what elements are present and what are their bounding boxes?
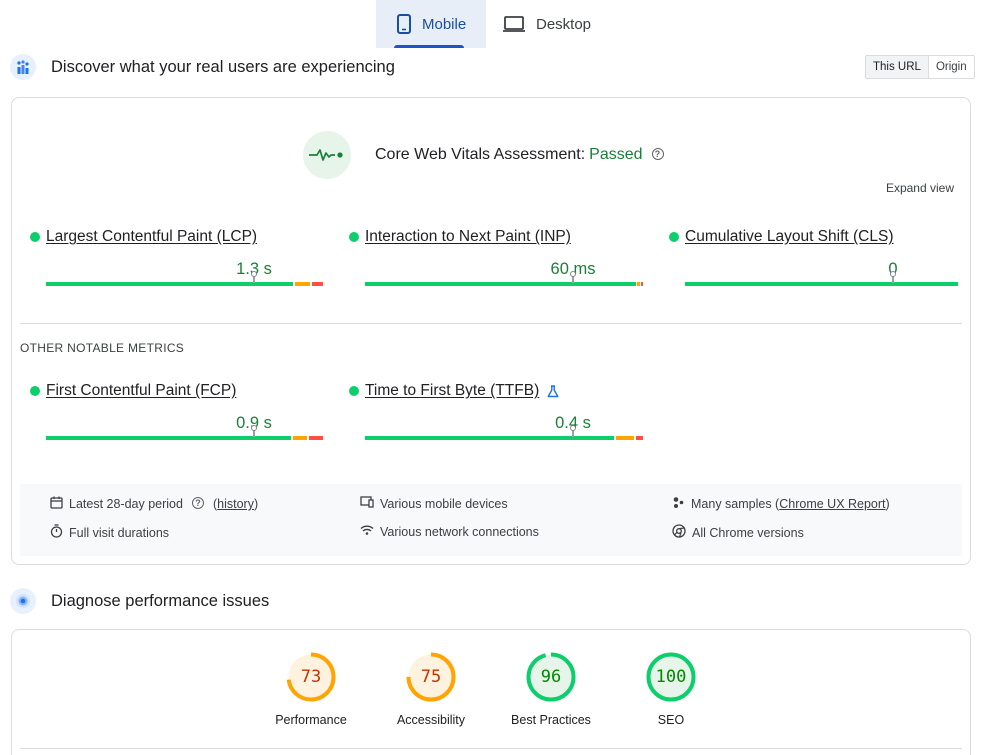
lighthouse-icon [10, 588, 36, 614]
score-label: Accessibility [396, 713, 466, 727]
origin-button[interactable]: Origin [929, 56, 974, 78]
assessment-label: Core Web Vitals Assessment: [375, 146, 586, 163]
tab-mobile[interactable]: Mobile [376, 0, 486, 48]
score-gauge: 100 [646, 652, 696, 702]
assessment-status: Passed [589, 146, 643, 163]
divider [20, 748, 962, 749]
percentile-marker [890, 271, 896, 283]
score-gauge: 75 [406, 652, 456, 702]
metric-inp: Interaction to Next Paint (INP) 60 ms [349, 228, 649, 286]
percentile-marker [570, 271, 576, 283]
devices-label: Various mobile devices [380, 496, 508, 511]
wifi-icon [360, 524, 380, 539]
beaker-icon[interactable] [547, 384, 559, 398]
info-samples: Many samples (Chrome UX Report) [672, 496, 890, 512]
score-value: 100 [655, 667, 687, 687]
percentile-marker [570, 425, 576, 437]
metric-label[interactable]: First Contentful Paint (FCP) [46, 382, 236, 400]
score-gauge: 96 [526, 652, 576, 702]
other-metrics-title: OTHER NOTABLE METRICS [20, 341, 185, 355]
help-icon[interactable]: ? [191, 497, 204, 509]
info-period: Latest 28-day period ? (history) [50, 496, 258, 512]
help-icon[interactable]: ? [651, 147, 664, 160]
score-best-practices[interactable]: 96 Best Practices [501, 652, 601, 727]
score-label: Performance [275, 713, 347, 727]
chrome-ux-report-link[interactable]: Chrome UX Report [779, 497, 885, 511]
users-chart-icon [10, 54, 36, 80]
metric-label[interactable]: Largest Contentful Paint (LCP) [46, 228, 257, 246]
stopwatch-icon [50, 524, 69, 541]
durations-label: Full visit durations [69, 525, 170, 540]
status-dot [669, 232, 679, 242]
metric-label[interactable]: Time to First Byte (TTFB) [365, 382, 539, 400]
score-gauge: 73 [286, 652, 336, 702]
divider [20, 323, 962, 324]
status-dot [30, 232, 40, 242]
metric-lcp: Largest Contentful Paint (LCP) 1.3 s [30, 228, 330, 286]
distribution-bar [365, 271, 643, 286]
score-performance[interactable]: 73 Performance [261, 652, 361, 727]
info-durations: Full visit durations [50, 524, 169, 541]
field-data-title: Discover what your real users are experi… [51, 57, 395, 76]
history-link[interactable]: history [217, 497, 254, 511]
status-dot [349, 386, 359, 396]
info-versions: All Chrome versions [672, 524, 804, 541]
versions-label: All Chrome versions [692, 525, 804, 540]
metric-label[interactable]: Interaction to Next Paint (INP) [365, 228, 571, 246]
data-info-panel: Latest 28-day period ? (history) Various… [20, 484, 962, 556]
url-origin-toggle: This URL Origin [865, 55, 975, 79]
distribution-bar [365, 425, 643, 440]
diagnose-header: Diagnose performance issues [10, 588, 269, 614]
score-value: 75 [420, 667, 442, 687]
cwv-assessment: Core Web Vitals Assessment: Passed? [303, 131, 664, 179]
device-tabs: Mobile Desktop [376, 0, 591, 48]
score-label: SEO [657, 713, 685, 727]
metric-cls: Cumulative Layout Shift (CLS) 0 [669, 228, 969, 286]
metric-fcp: First Contentful Paint (FCP) 0.9 s [30, 382, 330, 440]
calendar-icon [50, 496, 69, 512]
diagnose-title: Diagnose performance issues [51, 591, 270, 610]
score-value: 73 [300, 667, 322, 687]
diagnose-card: 73 Performance 75 Accessibility 96 Best … [11, 629, 971, 755]
paren: ) [885, 497, 890, 511]
distribution-bar [685, 271, 958, 286]
tab-desktop-label: Desktop [536, 15, 592, 33]
period-label: Latest 28-day period [69, 497, 183, 511]
people-icon [672, 496, 691, 512]
pulse-icon [303, 131, 351, 179]
score-accessibility[interactable]: 75 Accessibility [381, 652, 481, 727]
info-devices: Various mobile devices [360, 496, 508, 511]
metric-label[interactable]: Cumulative Layout Shift (CLS) [685, 228, 893, 246]
status-dot [349, 232, 359, 242]
chrome-icon [672, 524, 692, 541]
paren: ) [253, 497, 259, 511]
info-network: Various network connections [360, 524, 539, 539]
samples-label: Many samples ( [691, 497, 780, 511]
tab-mobile-label: Mobile [422, 15, 467, 33]
expand-view-link[interactable]: Expand view [886, 181, 954, 195]
network-label: Various network connections [380, 524, 539, 539]
tab-desktop[interactable]: Desktop [486, 0, 591, 48]
devices-icon [360, 496, 380, 511]
field-data-header: Discover what your real users are experi… [10, 54, 395, 80]
distribution-bar [46, 271, 323, 286]
distribution-bar [46, 425, 323, 440]
score-seo[interactable]: 100 SEO [621, 652, 721, 727]
this-url-button[interactable]: This URL [866, 56, 929, 78]
score-label: Best Practices [511, 713, 591, 727]
percentile-marker [251, 425, 257, 437]
score-value: 96 [540, 667, 562, 687]
phone-icon [396, 14, 412, 34]
core-web-vitals-card: Core Web Vitals Assessment: Passed? Expan… [11, 97, 971, 565]
status-dot [30, 386, 40, 396]
percentile-marker [251, 271, 257, 283]
laptop-icon [502, 15, 526, 33]
metric-ttfb: Time to First Byte (TTFB) 0.4 s [349, 382, 649, 440]
